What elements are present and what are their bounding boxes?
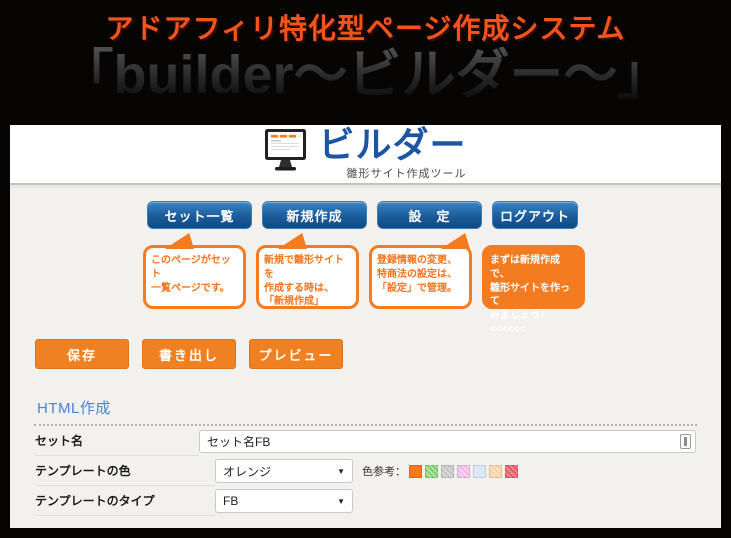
banner-subtitle: アドアフィリ特化型ページ作成システム (0, 7, 731, 47)
callout-row: このページがセット 一覧ページです。 新規で雛形サイトを 作成する時は、 「新規… (143, 245, 721, 309)
nav-button-logout[interactable]: ログアウト (492, 201, 578, 229)
form-row-template-type: テンプレートのタイプ FB ▼ (35, 486, 696, 516)
app-panel: ビルダー 雛形サイト作成ツール セット一覧 新規作成 設 定 ログアウト このペ… (10, 125, 721, 528)
monitor-icon (264, 129, 310, 177)
set-name-input[interactable] (199, 430, 696, 453)
color-reference-label: 色参考： (362, 463, 406, 479)
callout-set-list: このページがセット 一覧ページです。 (143, 245, 246, 309)
template-type-label: テンプレートのタイプ (35, 486, 215, 516)
color-reference: 色参考： (362, 463, 518, 479)
form-row-template-color: テンプレートの色 オレンジ ▼ 色参考： (35, 456, 696, 486)
swatch-rose (505, 465, 518, 478)
swatch-pink (457, 465, 470, 478)
preview-button[interactable]: プレビュー (249, 339, 343, 369)
template-color-label: テンプレートの色 (35, 456, 215, 486)
logo: ビルダー 雛形サイト作成ツール (264, 127, 466, 181)
callout-tail-icon (160, 233, 194, 249)
action-row: 保存 書き出し プレビュー (35, 339, 721, 369)
chevron-down-icon: ▼ (337, 497, 345, 506)
save-button[interactable]: 保存 (35, 339, 129, 369)
callout-text: このページがセット 一覧ページです。 (151, 254, 239, 295)
color-swatches (409, 465, 518, 478)
callout-create-new: 新規で雛形サイトを 作成する時は、 「新規作成」 (256, 245, 359, 309)
autofill-icon[interactable] (680, 434, 691, 449)
swatch-pale-blue (473, 465, 486, 478)
template-type-selected: FB (223, 494, 238, 508)
top-banner: アドアフィリ特化型ページ作成システム 「builder〜ビルダー〜」 (0, 0, 731, 104)
callout-tail-icon (436, 233, 470, 249)
swatch-peach (489, 465, 502, 478)
swatch-gray (441, 465, 454, 478)
nav-button-create-new[interactable]: 新規作成 (262, 201, 367, 229)
callout-text: 登録情報の変更、 特商法の設定は、 「設定」で管理。 (377, 254, 465, 295)
callout-text: 新規で雛形サイトを 作成する時は、 「新規作成」 (264, 254, 352, 309)
chevron-down-icon: ▼ (337, 467, 345, 476)
logo-subtitle: 雛形サイト作成ツール (347, 165, 467, 181)
template-type-select[interactable]: FB ▼ (215, 489, 353, 513)
swatch-orange (409, 465, 422, 478)
logo-name: ビルダー (318, 127, 466, 163)
banner-title: 「builder〜ビルダー〜」 (0, 47, 731, 104)
template-color-selected: オレンジ (223, 463, 271, 480)
swatch-green (425, 465, 438, 478)
section-title-html-create: HTML作成 (37, 397, 721, 418)
callout-settings: 登録情報の変更、 特商法の設定は、 「設定」で管理。 (369, 245, 472, 309)
nav-button-set-list[interactable]: セット一覧 (147, 201, 252, 229)
nav-button-settings[interactable]: 設 定 (377, 201, 482, 229)
logo-bar: ビルダー 雛形サイト作成ツール (10, 125, 721, 185)
nav-row: セット一覧 新規作成 設 定 ログアウト (147, 201, 721, 229)
export-button[interactable]: 書き出し (142, 339, 236, 369)
callout-tail-icon (273, 233, 307, 249)
callout-get-started: まずは新規作成で、 雛形サイトを作って みましょう！ <<<<<< (482, 245, 585, 309)
template-color-select[interactable]: オレンジ ▼ (215, 459, 353, 483)
content-area: セット一覧 新規作成 設 定 ログアウト このページがセット 一覧ページです。 … (10, 185, 721, 516)
callout-text: まずは新規作成で、 雛形サイトを作って みましょう！ <<<<<< (490, 254, 578, 337)
form-row-set-name: セット名 (35, 426, 696, 456)
set-name-label: セット名 (35, 426, 199, 456)
